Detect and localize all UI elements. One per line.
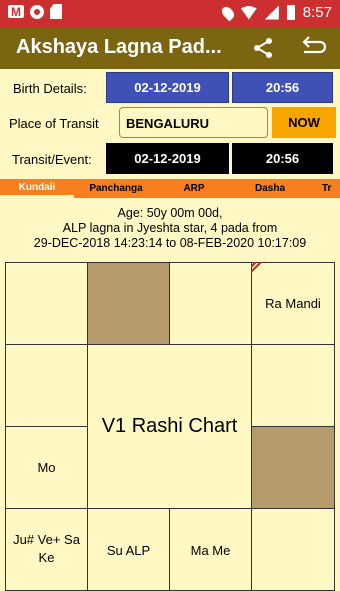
chart-cell-r3c3[interactable] [251, 508, 335, 591]
back-icon[interactable] [300, 36, 328, 60]
status-time: 8:57 [302, 4, 332, 21]
record-icon [30, 4, 44, 19]
gmail-icon: M [8, 5, 24, 19]
chart-title: V1 Rashi Chart [87, 344, 252, 509]
chart-cell-r0c0[interactable] [5, 262, 88, 345]
birth-time-button[interactable]: 20:56 [232, 72, 333, 103]
tab-kundali[interactable]: Kundali [0, 179, 74, 198]
share-icon[interactable] [251, 36, 275, 60]
wifi-icon [240, 5, 257, 20]
chart-cell-r3c1[interactable]: Su ALP [87, 508, 170, 591]
sd-card-icon [50, 4, 62, 19]
info-line-period: 29-DEC-2018 14:23:14 to 08-FEB-2020 10:1… [33, 236, 307, 250]
tab-dasha[interactable]: Dasha [246, 179, 294, 198]
status-bar: M 8:57 [0, 0, 340, 27]
tab-arp[interactable]: ARP [172, 179, 216, 198]
rashi-chart: Ra Mandi V1 Rashi Chart Mo Ju# Ve+ Sa Ke… [5, 262, 335, 591]
place-input[interactable]: BENGALURU [119, 107, 268, 138]
tab-panchanga[interactable]: Panchanga [78, 179, 154, 198]
chart-cell-r2c0[interactable]: Mo [5, 426, 88, 509]
info-line-lagna: ALP lagna in Jyeshta star, 4 pada from [62, 221, 278, 235]
transit-label: Transit/Event: [12, 152, 92, 167]
transit-date-button[interactable]: 02-12-2019 [106, 143, 229, 174]
chart-cell-r1c0[interactable] [5, 344, 88, 427]
place-label: Place of Transit [9, 116, 99, 131]
tab-transit[interactable]: Tr [322, 179, 340, 198]
app-bar: Akshaya Lagna Pad... [0, 27, 340, 69]
birth-details-label: Birth Details: [13, 81, 87, 96]
tab-bar: Kundali Panchanga ARP Dasha Tr [0, 179, 340, 198]
chart-cell-r0c3[interactable]: Ra Mandi [251, 262, 335, 345]
signal-icon [264, 5, 279, 20]
chart-cell-r3c2[interactable]: Ma Me [169, 508, 252, 591]
chart-cell-r1c3[interactable] [251, 344, 335, 427]
dasha-info: Age: 50y 00m 00d, ALP lagna in Jyeshta s… [0, 206, 340, 251]
chart-cell-r2c3[interactable] [251, 426, 335, 509]
battery-icon [286, 5, 295, 20]
now-button[interactable]: NOW [272, 107, 336, 138]
chart-cell-r0c2[interactable] [169, 262, 252, 345]
lagna-marker-icon [251, 262, 262, 273]
app-title: Akshaya Lagna Pad... [16, 36, 222, 58]
location-icon [219, 4, 237, 21]
info-line-age: Age: 50y 00m 00d, [117, 206, 223, 220]
chart-cell-r3c0[interactable]: Ju# Ve+ Sa Ke [5, 508, 88, 591]
transit-time-button[interactable]: 20:56 [232, 143, 333, 174]
chart-cell-r0c1[interactable] [87, 262, 170, 345]
birth-date-button[interactable]: 02-12-2019 [106, 72, 229, 103]
